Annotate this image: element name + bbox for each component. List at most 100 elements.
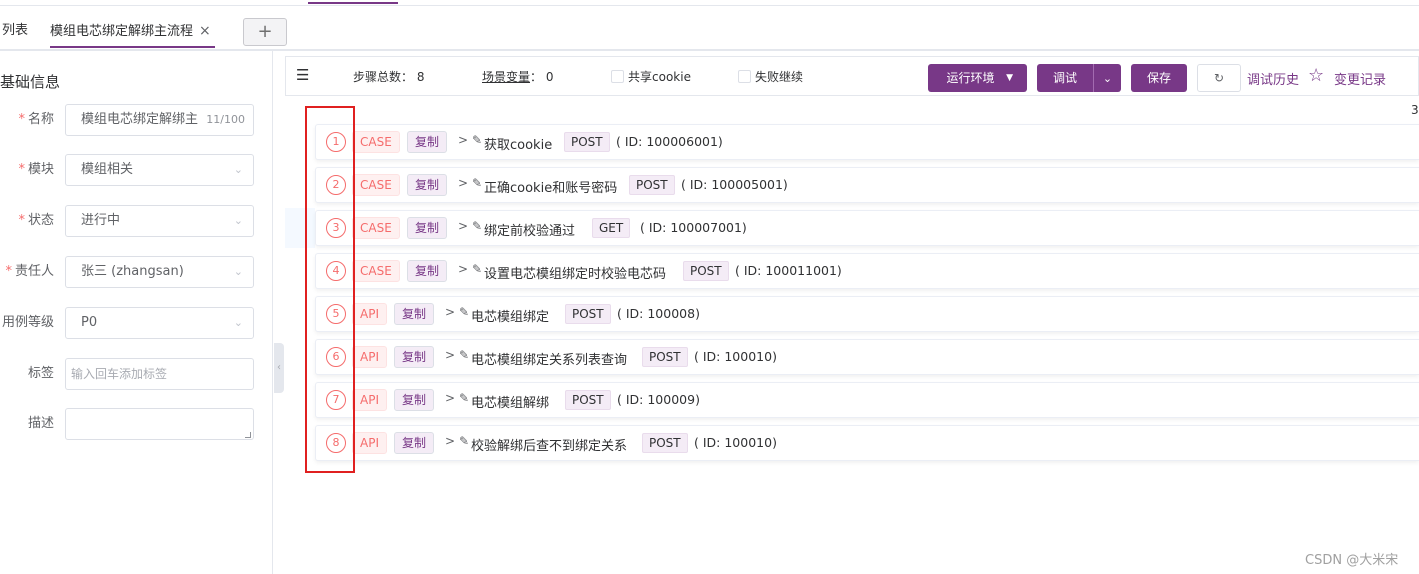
step-name: 获取cookie <box>484 138 553 153</box>
copy-tag[interactable]: 复制 <box>394 346 435 368</box>
status-select[interactable]: 进行中 ⌄ <box>65 205 254 237</box>
step-id: ( ID: 100005001) <box>681 177 788 192</box>
save-button[interactable]: 保存 <box>1131 64 1187 92</box>
form-row-level: 用例等级 P0 ⌄ <box>0 307 273 339</box>
step-id: ( ID: 100010) <box>694 349 777 364</box>
copy-tag[interactable]: 复制 <box>407 131 448 153</box>
step-type-tag: API <box>352 432 387 454</box>
owner-select[interactable]: 张三 (zhangsan) ⌄ <box>65 256 254 288</box>
step-name: 电芯模组解绑 <box>471 396 550 411</box>
basic-info-panel: 基础信息 * 名称 模组电芯绑定解绑主 11/100 * 模块 模组相关 ⌄ * 状态 … <box>0 51 273 574</box>
close-icon[interactable]: × <box>199 23 211 39</box>
step-id: ( ID: 100010) <box>694 435 777 450</box>
share-cookie-label: 共享cookie <box>628 70 691 84</box>
form-row-module: * 模块 模组相关 ⌄ <box>0 154 273 186</box>
edit-icon[interactable]: ✎ <box>459 434 469 448</box>
method-tag: POST <box>629 175 675 195</box>
fail-continue-label: 失败继续 <box>755 70 804 84</box>
step-type-tag: API <box>352 389 387 411</box>
step-name: 绑定前校验通过 <box>484 224 576 239</box>
chevron-down-icon: ⌄ <box>233 316 243 329</box>
chevron-right-icon[interactable]: > <box>445 348 455 362</box>
edit-icon[interactable]: ✎ <box>472 176 482 190</box>
add-tab-button[interactable]: + <box>243 18 287 46</box>
edit-icon[interactable]: ✎ <box>472 262 482 276</box>
edit-icon[interactable]: ✎ <box>472 219 482 233</box>
edit-icon[interactable]: ✎ <box>459 305 469 319</box>
chevron-right-icon[interactable]: > <box>445 434 455 448</box>
tags-label: 标签 <box>27 366 54 381</box>
step-id: ( ID: 100007001) <box>640 220 747 235</box>
tab-bar: 列表 模组电芯绑定解绑主流程 × + <box>0 14 1419 50</box>
caret-down-icon: ▼ <box>1006 73 1013 83</box>
collapse-panel-handle[interactable]: ‹ <box>274 343 284 393</box>
step-type-tag: API <box>352 346 387 368</box>
step-row[interactable]: 3 CASE 复制 > ✎ 绑定前校验通过 GET ( ID: 10000700… <box>315 210 1419 246</box>
step-row[interactable]: 6 API 复制 > ✎ 电芯模组绑定关系列表查询 POST ( ID: 100… <box>315 339 1419 375</box>
step-row[interactable]: 4 CASE 复制 > ✎ 设置电芯模组绑定时校验电芯码 POST ( ID: … <box>315 253 1419 289</box>
chevron-right-icon[interactable]: > <box>458 176 468 190</box>
desc-label: 描述 <box>27 416 54 431</box>
step-row[interactable]: 7 API 复制 > ✎ 电芯模组解绑 POST ( ID: 100009) <box>315 382 1419 418</box>
steps-total: 步骤总数： 8 <box>353 70 425 84</box>
level-label: 用例等级 <box>1 315 54 330</box>
step-id: ( ID: 100011001) <box>735 263 842 278</box>
method-tag: POST <box>683 261 729 281</box>
chevron-right-icon[interactable]: > <box>445 305 455 319</box>
form-row-name: * 名称 模组电芯绑定解绑主 11/100 <box>0 104 273 136</box>
tab-active-scenario[interactable]: 模组电芯绑定解绑主流程 × <box>50 14 215 48</box>
fail-continue-checkbox[interactable] <box>738 70 751 83</box>
step-id: ( ID: 100008) <box>617 306 700 321</box>
debug-history-link[interactable]: 调试历史 <box>1247 69 1299 88</box>
menu-icon[interactable]: ☰ <box>296 66 309 84</box>
resize-handle-icon[interactable] <box>245 432 251 438</box>
edit-icon[interactable]: ✎ <box>472 133 482 147</box>
copy-tag[interactable]: 复制 <box>394 389 435 411</box>
scene-variables[interactable]: 场景变量： 0 <box>482 68 553 85</box>
watermark: CSDN @大米宋 <box>1305 553 1399 568</box>
chevron-right-icon[interactable]: > <box>445 391 455 405</box>
level-select[interactable]: P0 ⌄ <box>65 307 254 339</box>
tags-input[interactable]: 输入回车添加标签 <box>65 358 254 390</box>
edit-icon[interactable]: ✎ <box>459 348 469 362</box>
chevron-right-icon[interactable]: > <box>458 133 468 147</box>
debug-dropdown-toggle[interactable]: ⌄ <box>1093 64 1121 92</box>
share-cookie-checkbox[interactable] <box>611 70 624 83</box>
step-row[interactable]: 5 API 复制 > ✎ 电芯模组绑定 POST ( ID: 100008) <box>315 296 1419 332</box>
module-select[interactable]: 模组相关 ⌄ <box>65 154 254 186</box>
step-row[interactable]: 2 CASE 复制 > ✎ 正确cookie和账号密码 POST ( ID: 1… <box>315 167 1419 203</box>
step-id: ( ID: 100006001) <box>616 134 723 149</box>
desc-textarea[interactable] <box>65 408 254 440</box>
copy-tag[interactable]: 复制 <box>407 260 448 282</box>
chevron-down-icon: ⌄ <box>233 265 243 278</box>
change-log-link[interactable]: 变更记录 <box>1334 69 1386 88</box>
step-id: ( ID: 100009) <box>617 392 700 407</box>
owner-label: * 责任人 <box>5 264 54 279</box>
debug-button[interactable]: 调试 ⌄ <box>1037 64 1121 92</box>
form-row-tags: 标签 输入回车添加标签 <box>0 358 273 390</box>
char-counter: 11/100 <box>202 105 245 135</box>
name-input[interactable]: 模组电芯绑定解绑主 11/100 <box>65 104 254 136</box>
step-type-tag: CASE <box>352 131 400 153</box>
step-row[interactable]: 1 CASE 复制 > ✎ 获取cookie POST ( ID: 100006… <box>315 124 1419 160</box>
chevron-down-icon: ⌄ <box>233 214 243 227</box>
step-name: 电芯模组绑定关系列表查询 <box>471 353 628 368</box>
chevron-right-icon[interactable]: > <box>458 262 468 276</box>
tab-list[interactable]: 列表 <box>2 14 28 48</box>
step-type-tag: CASE <box>352 260 400 282</box>
module-label: * 模块 <box>18 162 54 177</box>
section-title: 基础信息 <box>0 73 61 91</box>
copy-tag[interactable]: 复制 <box>394 303 435 325</box>
edit-icon[interactable]: ✎ <box>459 391 469 405</box>
form-row-desc: 描述 <box>0 408 273 440</box>
copy-tag[interactable]: 复制 <box>407 174 448 196</box>
step-row[interactable]: 8 API 复制 > ✎ 校验解绑后查不到绑定关系 POST ( ID: 100… <box>315 425 1419 461</box>
refresh-button[interactable]: ↻ <box>1197 64 1241 92</box>
star-icon[interactable]: ☆ <box>1308 65 1324 86</box>
copy-tag[interactable]: 复制 <box>394 432 435 454</box>
tab-active-label: 模组电芯绑定解绑主流程 <box>50 24 194 39</box>
env-button[interactable]: 运行环境 ▼ <box>928 64 1027 92</box>
chevron-right-icon[interactable]: > <box>458 219 468 233</box>
form-row-status: * 状态 进行中 ⌄ <box>0 205 273 237</box>
copy-tag[interactable]: 复制 <box>407 217 448 239</box>
